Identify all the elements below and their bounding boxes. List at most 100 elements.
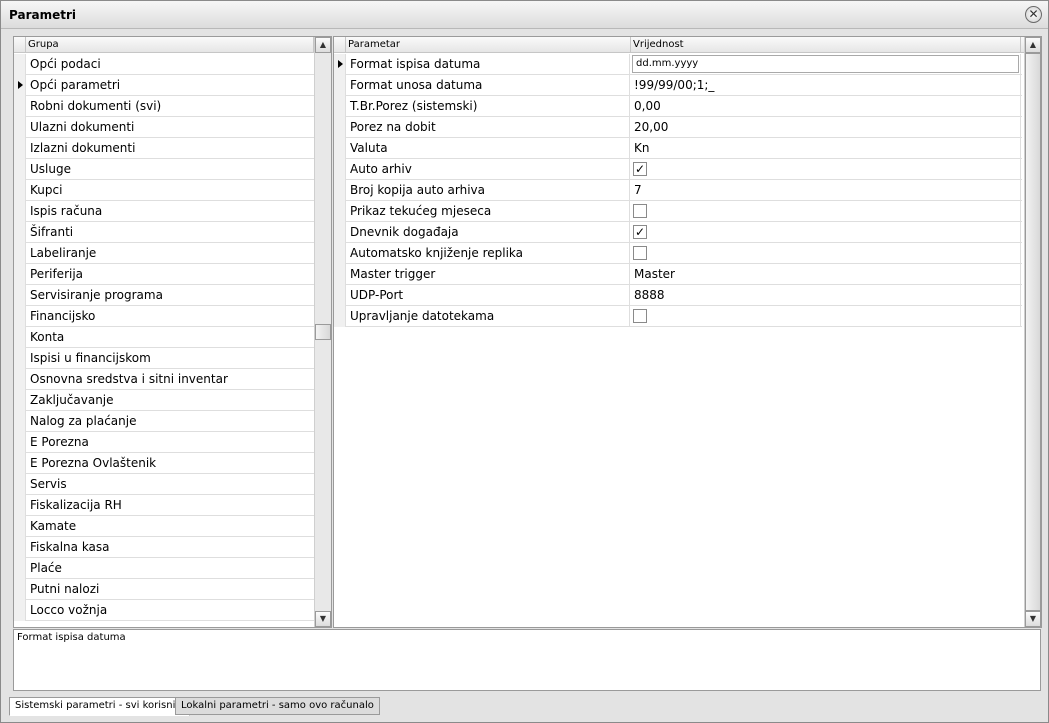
row-indicator xyxy=(14,285,26,306)
group-row[interactable]: Kupci xyxy=(14,180,314,201)
row-indicator xyxy=(14,138,26,159)
parameter-row[interactable]: Porez na dobit 20,00 xyxy=(334,117,1022,138)
parameter-value[interactable] xyxy=(631,306,1021,327)
group-row[interactable]: Šifranti xyxy=(14,222,314,243)
row-indicator xyxy=(14,348,26,369)
value-edit-field[interactable]: dd.mm.yyyy xyxy=(632,55,1019,73)
parameter-scrollbar[interactable]: ▲ ▼ xyxy=(1024,37,1041,627)
parameter-value[interactable]: 8888 xyxy=(631,285,1021,306)
parameter-value[interactable]: dd.mm.yyyy xyxy=(631,54,1021,75)
row-indicator xyxy=(14,579,26,600)
group-row[interactable]: Izlazni dokumenti xyxy=(14,138,314,159)
group-row[interactable]: Plaće xyxy=(14,558,314,579)
group-row[interactable]: Usluge xyxy=(14,159,314,180)
value-text: 7 xyxy=(634,183,642,197)
group-label: Zaključavanje xyxy=(30,393,114,407)
value-text: 0,00 xyxy=(634,99,661,113)
group-row[interactable]: Labeliranje xyxy=(14,243,314,264)
parameter-value[interactable]: Master xyxy=(631,264,1021,285)
parameter-row[interactable]: Valuta Kn xyxy=(334,138,1022,159)
group-row[interactable]: E Porezna Ovlaštenik xyxy=(14,453,314,474)
checkbox-unchecked[interactable] xyxy=(633,204,647,218)
parameter-row[interactable]: Master trigger Master xyxy=(334,264,1022,285)
row-indicator xyxy=(334,138,346,159)
group-label: E Porezna xyxy=(30,435,89,449)
group-row[interactable]: Opći podaci xyxy=(14,54,314,75)
parameter-row[interactable]: Prikaz tekućeg mjeseca xyxy=(334,201,1022,222)
close-icon[interactable]: ✕ xyxy=(1025,6,1042,23)
group-row[interactable]: Fiskalizacija RH xyxy=(14,495,314,516)
checkbox-unchecked[interactable] xyxy=(633,309,647,323)
group-row[interactable]: Servis xyxy=(14,474,314,495)
parameter-value[interactable]: 0,00 xyxy=(631,96,1021,117)
group-row[interactable]: Osnovna sredstva i sitni inventar xyxy=(14,369,314,390)
group-row[interactable]: Periferija xyxy=(14,264,314,285)
parameter-value[interactable]: 7 xyxy=(631,180,1021,201)
group-row[interactable]: Locco vožnja xyxy=(14,600,314,621)
tab-system-parameters[interactable]: Sistemski parametri - svi korisnici xyxy=(9,697,190,716)
parameter-value[interactable] xyxy=(631,243,1021,264)
group-label: Konta xyxy=(30,330,65,344)
parameter-value[interactable]: 20,00 xyxy=(631,117,1021,138)
group-row[interactable]: Robni dokumenti (svi) xyxy=(14,96,314,117)
group-row[interactable]: Financijsko xyxy=(14,306,314,327)
group-row[interactable]: Nalog za plaćanje xyxy=(14,411,314,432)
checkbox-checked[interactable]: ✓ xyxy=(633,225,647,239)
scroll-thumb[interactable] xyxy=(315,324,331,340)
tab-local-parameters[interactable]: Lokalni parametri - samo ovo računalo xyxy=(175,697,380,715)
parameter-row[interactable]: Format unosa datuma !99/99/00;1;_ xyxy=(334,75,1022,96)
arrow-down-icon[interactable]: ▼ xyxy=(315,611,331,627)
parameter-column-header[interactable]: Parametar xyxy=(346,37,631,53)
group-label: E Porezna Ovlaštenik xyxy=(30,456,157,470)
group-row[interactable]: Opći parametri xyxy=(14,75,314,96)
row-indicator xyxy=(14,117,26,138)
parameter-value[interactable]: Kn xyxy=(631,138,1021,159)
row-indicator xyxy=(334,243,346,264)
group-row[interactable]: Zaključavanje xyxy=(14,390,314,411)
row-indicator xyxy=(14,600,26,621)
row-indicator xyxy=(334,117,346,138)
parameter-row[interactable]: Auto arhiv ✓ xyxy=(334,159,1022,180)
scroll-thumb[interactable] xyxy=(1025,53,1041,611)
checkbox-checked[interactable]: ✓ xyxy=(633,162,647,176)
row-indicator xyxy=(14,453,26,474)
parameter-row[interactable]: T.Br.Porez (sistemski) 0,00 xyxy=(334,96,1022,117)
value-column-header[interactable]: Vrijednost xyxy=(631,37,1021,53)
group-scrollbar[interactable]: ▲ ▼ xyxy=(314,37,331,627)
description-text: Format ispisa datuma xyxy=(17,632,126,643)
parameter-row[interactable]: UDP-Port 8888 xyxy=(334,285,1022,306)
row-indicator xyxy=(334,264,346,285)
parameter-row[interactable]: Dnevnik događaja ✓ xyxy=(334,222,1022,243)
parameter-row[interactable]: Upravljanje datotekama xyxy=(334,306,1022,327)
group-grid: Grupa Opći podaci Opći parametri Robni dok… xyxy=(13,36,332,628)
group-row[interactable]: Servisiranje programa xyxy=(14,285,314,306)
parameter-row[interactable]: Automatsko knjiženje replika xyxy=(334,243,1022,264)
arrow-up-icon[interactable]: ▲ xyxy=(1025,37,1041,53)
group-row[interactable]: Konta xyxy=(14,327,314,348)
group-label: Labeliranje xyxy=(30,246,97,260)
group-label: Izlazni dokumenti xyxy=(30,141,136,155)
group-column-header[interactable]: Grupa xyxy=(26,37,314,53)
group-row[interactable]: E Porezna xyxy=(14,432,314,453)
group-row[interactable]: Ispis računa xyxy=(14,201,314,222)
arrow-up-icon[interactable]: ▲ xyxy=(315,37,331,53)
value-text: Kn xyxy=(634,141,650,155)
arrow-down-icon[interactable]: ▼ xyxy=(1025,611,1041,627)
group-row[interactable]: Putni nalozi xyxy=(14,579,314,600)
group-label: Putni nalozi xyxy=(30,582,100,596)
parameter-row[interactable]: Format ispisa datuma dd.mm.yyyy xyxy=(334,54,1022,75)
group-row[interactable]: Ulazni dokumenti xyxy=(14,117,314,138)
group-row[interactable]: Fiskalna kasa xyxy=(14,537,314,558)
parameter-value[interactable]: ✓ xyxy=(631,222,1021,243)
parameter-value[interactable]: ✓ xyxy=(631,159,1021,180)
value-text: Master xyxy=(634,267,675,281)
parameter-value[interactable] xyxy=(631,201,1021,222)
checkbox-unchecked[interactable] xyxy=(633,246,647,260)
group-row[interactable]: Kamate xyxy=(14,516,314,537)
group-row[interactable]: Ispisi u financijskom xyxy=(14,348,314,369)
row-indicator xyxy=(334,201,346,222)
parameter-row[interactable]: Broj kopija auto arhiva 7 xyxy=(334,180,1022,201)
group-label: Plaće xyxy=(30,561,62,575)
parameter-value[interactable]: !99/99/00;1;_ xyxy=(631,75,1021,96)
group-label: Periferija xyxy=(30,267,84,281)
